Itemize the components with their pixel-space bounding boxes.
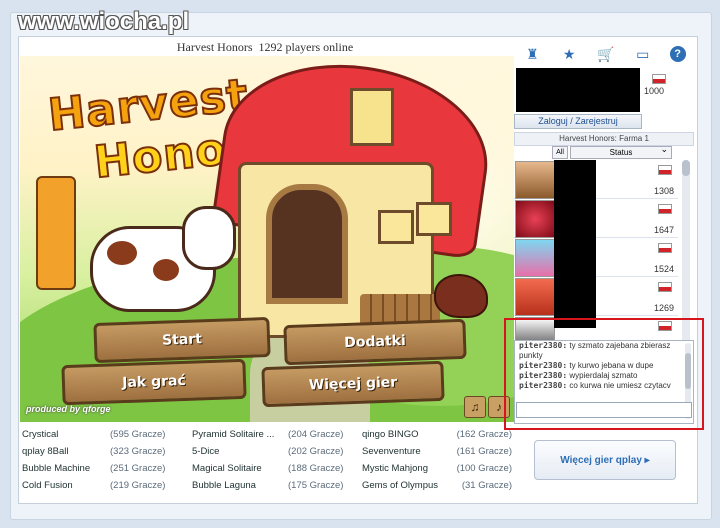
player-score: 1524 <box>653 264 674 274</box>
produced-by-label: produced by qforge <box>26 404 111 414</box>
player-row[interactable]: 1269 <box>514 277 678 316</box>
game-link[interactable]: Gems of Olympus <box>362 477 456 494</box>
more-games-sign-button[interactable]: Więcej gier <box>261 360 445 408</box>
filter-all-button[interactable]: All <box>552 146 568 159</box>
game-canvas[interactable]: Harvest Honors Start Dodatki Jak grać Wi… <box>20 56 514 422</box>
game-link[interactable]: Sevenventure <box>362 443 456 460</box>
game-link[interactable]: Pyramid Solitaire ... <box>192 426 288 443</box>
avatar <box>515 200 555 238</box>
watermark: www.wiocha.pl <box>18 8 190 35</box>
game-link[interactable]: qplay 8Ball <box>22 443 110 460</box>
start-button[interactable]: Start <box>93 316 271 364</box>
game-player-count: (323 Gracze) <box>110 446 166 457</box>
poland-flag-icon <box>658 204 672 214</box>
scarecrow-illustration <box>36 176 76 290</box>
game-player-count: (188 Gracze) <box>288 463 344 474</box>
game-title: Harvest Honors <box>176 40 253 54</box>
ranking-icon[interactable]: ★ <box>559 44 579 64</box>
game-player-count: (100 Gracze) <box>456 463 512 474</box>
player-filter: All Status <box>552 144 672 159</box>
game-link[interactable]: Magical Solitaire <box>192 460 288 477</box>
poland-flag-icon <box>658 282 672 292</box>
avatar <box>515 239 555 277</box>
game-player-count: (219 Gracze) <box>110 480 166 491</box>
poland-flag-icon <box>658 243 672 253</box>
player-row[interactable]: 1524 <box>514 238 678 277</box>
poland-flag-icon <box>658 165 672 175</box>
chat-highlight-box <box>504 318 704 430</box>
cow-head <box>182 206 236 270</box>
game-player-count: (595 Gracze) <box>110 429 166 440</box>
game-title-bar: Harvest Honors 1292 players online <box>20 38 510 56</box>
player-score: 1308 <box>653 186 674 196</box>
game-link[interactable]: Mystic Mahjong <box>362 460 456 477</box>
barn-door <box>266 184 348 304</box>
status-dropdown[interactable]: Status <box>570 144 672 159</box>
login-register-button[interactable]: Zaloguj / Zarejestruj <box>514 114 642 129</box>
game-link[interactable]: 5-Dice <box>192 443 288 460</box>
music-off-icon[interactable]: ♫ <box>464 396 486 418</box>
addons-button[interactable]: Dodatki <box>283 318 467 366</box>
barn-window <box>378 210 414 244</box>
player-names-redacted <box>554 160 596 328</box>
help-icon[interactable]: ? <box>669 46 686 62</box>
game-link[interactable]: Bubble Laguna <box>192 477 288 494</box>
payment-icon[interactable]: ▭ <box>633 44 653 64</box>
games-row: Cold Fusion (219 Gracze) Bubble Laguna (… <box>22 477 512 494</box>
player-row[interactable]: 1308 <box>514 160 678 199</box>
avatar <box>515 278 555 316</box>
sidebar-toolbar: ♜ ★ 🛒 ▭ ? <box>514 42 694 66</box>
avatar <box>515 161 555 199</box>
more-qplay-games-button[interactable]: Więcej gier qplay ▸ <box>534 440 676 480</box>
games-list: Crystical (595 Gracze) Pyramid Solitaire… <box>22 426 514 498</box>
user-avatar-redacted <box>516 68 640 112</box>
sidebar: ♜ ★ 🛒 ▭ ? 1000 Zaloguj / Zarejestruj Har… <box>514 38 694 500</box>
player-score: 1647 <box>653 225 674 235</box>
barn-window <box>416 202 452 236</box>
game-link[interactable]: qingo BINGO <box>362 426 456 443</box>
lobby-icon[interactable]: ♜ <box>522 44 542 64</box>
player-score: 1269 <box>653 303 674 313</box>
game-link[interactable]: Cold Fusion <box>22 477 110 494</box>
games-row: qplay 8Ball (323 Gracze) 5-Dice (202 Gra… <box>22 443 512 460</box>
shop-icon[interactable]: 🛒 <box>596 44 616 64</box>
game-player-count: (175 Gracze) <box>288 480 344 491</box>
rooster-illustration <box>434 274 488 318</box>
game-link[interactable]: Bubble Machine <box>22 460 110 477</box>
barn-chimney <box>350 88 394 146</box>
games-row: Crystical (595 Gracze) Pyramid Solitaire… <box>22 426 512 443</box>
how-to-play-button[interactable]: Jak grać <box>61 358 247 406</box>
game-player-count: (31 Gracze) <box>461 480 512 491</box>
game-player-count: (251 Gracze) <box>110 463 166 474</box>
game-player-count: (202 Gracze) <box>288 446 344 457</box>
players-online: 1292 players online <box>258 40 354 54</box>
games-row: Bubble Machine (251 Gracze) Magical Soli… <box>22 460 512 477</box>
game-player-count: (204 Gracze) <box>288 429 344 440</box>
poland-flag-icon <box>652 74 666 84</box>
game-player-count: (161 Gracze) <box>456 446 512 457</box>
player-row[interactable]: 1647 <box>514 199 678 238</box>
user-score: 1000 <box>644 86 665 96</box>
game-link[interactable]: Crystical <box>22 426 110 443</box>
